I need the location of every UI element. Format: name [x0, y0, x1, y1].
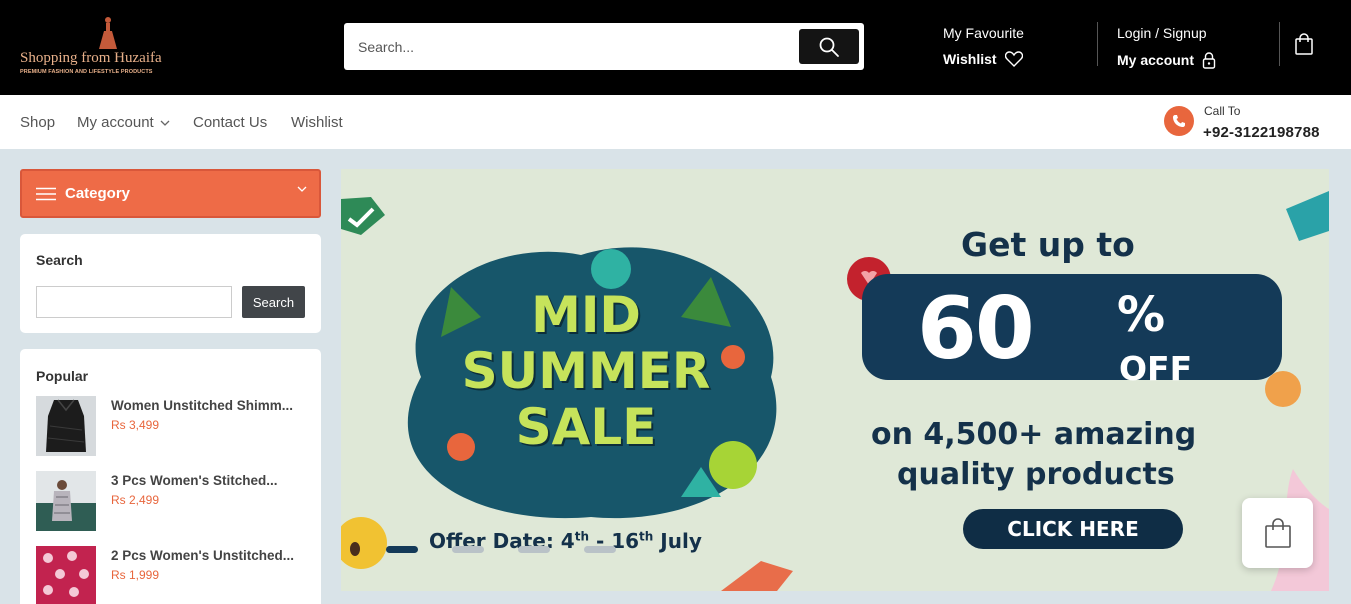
shopping-bag-icon[interactable] [1294, 33, 1314, 55]
wishlist-link[interactable]: My Favourite Wishlist [943, 25, 1024, 67]
header-divider [1279, 22, 1280, 66]
header-search-input[interactable] [344, 23, 794, 70]
product-name[interactable]: Women Unstitched Shimm... [111, 398, 293, 413]
dress-figure-icon [99, 17, 117, 49]
phone-icon-badge[interactable] [1164, 106, 1194, 136]
sale-art-line-2: SUMMER [461, 342, 711, 400]
off-label: OFF [1119, 349, 1193, 388]
product-name[interactable]: 3 Pcs Women's Stitched... [111, 473, 278, 488]
percent-sign: % [1117, 287, 1166, 343]
offer-date-sup-2: th [639, 529, 654, 544]
call-label: Call To [1204, 104, 1241, 118]
slider-dot[interactable] [518, 546, 550, 553]
header-search [344, 23, 864, 70]
logo-tagline: PREMIUM FASHION AND LIFESTYLE PRODUCTS [20, 69, 153, 75]
offer-date-suffix: July [653, 529, 702, 553]
shopping-bag-icon [1264, 518, 1291, 548]
header-divider [1097, 22, 1098, 66]
product-thumbnail[interactable] [36, 396, 96, 456]
slider-dot[interactable] [386, 546, 418, 553]
phone-number[interactable]: +92-3122198788 [1203, 124, 1320, 141]
heart-icon [1004, 51, 1023, 67]
site-logo[interactable]: Shopping from Huzaifa PREMIUM FASHION AN… [18, 14, 178, 80]
popular-item[interactable]: Women Unstitched Shimm... Rs 3,499 [36, 396, 306, 456]
banner-headline: Get up to [961, 225, 1135, 264]
sale-art-line-1: MID [531, 286, 641, 344]
nav-my-account[interactable]: My account [77, 114, 170, 131]
banner-subtext-1: on 4,500+ amazing [871, 417, 1197, 452]
lock-icon [1202, 52, 1216, 69]
account-label: My account [1117, 52, 1195, 68]
phone-icon [1173, 115, 1185, 127]
slider-dot[interactable] [584, 546, 616, 553]
top-header: Shopping from Huzaifa PREMIUM FASHION AN… [0, 0, 1351, 95]
hero-banner[interactable]: MID SUMMER SALE Get up to 60 % OFF on 4,… [341, 169, 1329, 591]
account-link[interactable]: Login / Signup My account [1117, 25, 1216, 69]
popular-item[interactable]: 2 Pcs Women's Unstitched... Rs 1,999 [36, 546, 306, 604]
offer-date-sup-1: th [574, 529, 589, 544]
wishlist-label: Wishlist [943, 51, 997, 67]
product-price: Rs 1,999 [111, 568, 160, 582]
slider-dot[interactable] [452, 546, 484, 553]
chevron-down-icon [160, 120, 170, 126]
product-price: Rs 3,499 [111, 418, 160, 432]
sidebar-search-title: Search [36, 252, 83, 268]
product-name[interactable]: 2 Pcs Women's Unstitched... [111, 548, 294, 563]
menu-icon [36, 187, 56, 200]
banner-subtext-2: quality products [897, 457, 1175, 492]
nav-my-account-label: My account [77, 114, 154, 131]
product-price: Rs 2,499 [111, 493, 160, 507]
sale-art-line-3: SALE [515, 398, 657, 456]
product-thumbnail[interactable] [36, 471, 96, 531]
popular-title: Popular [36, 368, 89, 384]
nav-contact-us[interactable]: Contact Us [193, 114, 267, 131]
sidebar-search-input[interactable] [36, 286, 232, 318]
category-label: Category [65, 185, 131, 202]
floating-cart-button[interactable] [1242, 498, 1313, 568]
product-thumbnail[interactable] [36, 546, 96, 604]
sidebar-search-widget: Search Search [20, 234, 321, 333]
category-button[interactable]: Category [20, 169, 321, 218]
logo-text: Shopping from Huzaifa [20, 50, 162, 66]
main-nav: Shop My account Contact Us Wishlist [0, 95, 1351, 149]
click-here-button[interactable]: CLICK HERE [963, 509, 1183, 549]
nav-shop[interactable]: Shop [20, 114, 55, 131]
chevron-down-icon [297, 186, 307, 192]
discount-percent: 60 [917, 279, 1035, 379]
mid-summer-sale-graphic: MID SUMMER SALE [381, 227, 791, 532]
nav-wishlist[interactable]: Wishlist [291, 114, 343, 131]
popular-products-widget: Popular Women Unstitched Shimm... Rs 3,4… [20, 349, 321, 604]
search-icon [819, 37, 839, 57]
popular-item[interactable]: 3 Pcs Women's Stitched... Rs 2,499 [36, 471, 306, 531]
login-label: Login / Signup [1117, 25, 1207, 41]
sidebar-search-button[interactable]: Search [242, 286, 305, 318]
offer-date-prefix: Offer Date: 4 [429, 529, 575, 553]
favourite-label: My Favourite [943, 25, 1024, 41]
header-search-button[interactable] [799, 29, 859, 64]
